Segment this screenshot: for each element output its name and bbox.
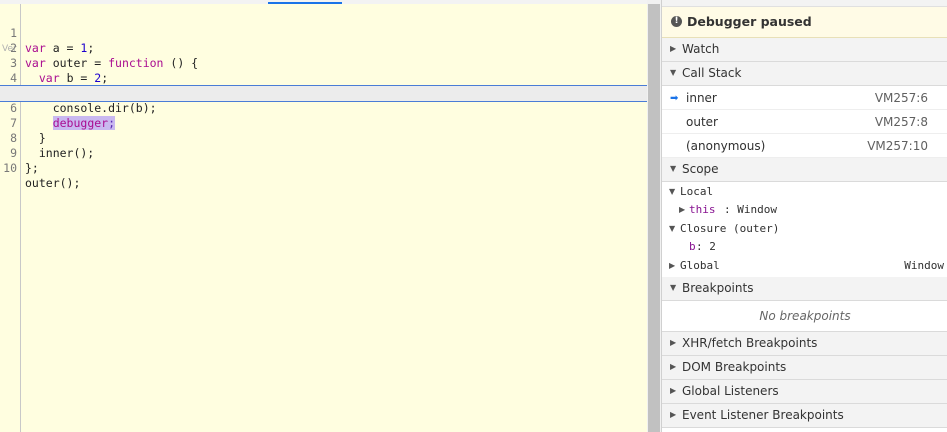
call-frame-row[interactable]: outer VM257:8 [662,110,947,134]
breakpoints-pane-header[interactable]: ▼ Breakpoints [662,277,947,301]
pane-title: Event Listener Breakpoints [682,408,844,422]
call-frame-function: (anonymous) [686,139,766,153]
code-line[interactable]: 9 }; [0,131,647,175]
property-name: b [689,240,696,253]
scope-b-row[interactable]: b : 2 [662,238,947,256]
collapse-triangle-icon: ▼ [669,187,676,196]
code-line[interactable]: 8 inner(); [0,116,647,160]
debugger-sidebar: ! Debugger paused ▶ Watch ▼ Call Stack ➡… [661,0,947,432]
scope-local-row[interactable]: ▼ Local [662,183,947,201]
scope-label: Local [680,185,714,198]
scope-label: Global [680,259,720,272]
call-frame-function: inner [686,91,717,105]
code-line[interactable]: 1 var a = 1; [0,11,647,55]
editor-scrollbar[interactable] [647,0,661,432]
property-value: : 2 [696,240,716,253]
expand-triangle-icon: ▶ [669,261,676,270]
paused-message: Debugger paused [687,14,812,29]
call-frame-location[interactable]: VM257:6 [875,91,928,105]
pane-title: XHR/fetch Breakpoints [682,336,818,350]
expand-triangle-icon: ▶ [670,386,677,395]
expand-triangle-icon: ▶ [670,44,677,53]
pane-title: Watch [682,42,720,56]
scope-global-row[interactable]: ▶ Global Window [662,257,947,275]
collapse-triangle-icon: ▼ [670,68,677,77]
pane-title: Scope [682,162,719,176]
global-listeners-pane-header[interactable]: ▶ Global Listeners [662,380,947,404]
property-value: : Window [724,203,777,216]
call-frame-row[interactable]: ➡ inner VM257:6 [662,86,947,110]
call-stack-pane-header[interactable]: ▼ Call Stack [662,62,947,86]
line-number[interactable]: 10 [0,161,17,176]
code-line[interactable]: 10 outer(); [0,146,647,190]
expand-triangle-icon: ▶ [670,338,677,347]
active-tab-indicator [268,2,342,4]
collapse-triangle-icon: ▼ [669,224,676,233]
current-frame-arrow-icon: ➡ [670,93,679,104]
code-line[interactable]: 3 var b = 2; [0,41,647,85]
expand-triangle-icon: ▶ [679,205,686,214]
collapse-triangle-icon: ▼ [670,164,677,173]
call-frame-row[interactable]: (anonymous) VM257:10 [662,134,947,158]
scrollbar-thumb[interactable] [648,4,660,432]
debugger-paused-banner: ! Debugger paused [662,7,947,38]
scope-label: Closure (outer) [680,222,780,235]
paused-code-line[interactable]: 6 debugger; [0,85,647,130]
event-listener-breakpoints-pane-header[interactable]: ▶ Event Listener Breakpoints [662,404,947,428]
pane-title: Breakpoints [682,281,754,295]
property-value: Window [904,259,944,272]
code-line[interactable]: 4 var inner = function () { [0,56,647,100]
code-line[interactable]: 2 var outer = function () { [0,26,647,70]
watch-pane-header[interactable]: ▶ Watch [662,38,947,62]
no-breakpoints-message: No breakpoints [662,301,947,332]
source-editor[interactable]: Ver 1 var a = 1; 2 var outer = function … [0,0,647,432]
call-frame-function: outer [686,115,718,129]
sidebar-toolbar [662,0,947,7]
call-frame-location[interactable]: VM257:8 [875,115,928,129]
code-line[interactable]: 5 console.dir(b); [0,71,647,115]
xhr-breakpoints-pane-header[interactable]: ▶ XHR/fetch Breakpoints [662,332,947,356]
pane-title: Global Listeners [682,384,779,398]
scope-pane-header[interactable]: ▼ Scope [662,158,947,182]
scope-this-row[interactable]: ▶ this : Window [662,201,947,219]
pane-title: DOM Breakpoints [682,360,787,374]
code-text: outer(); [25,176,81,190]
expand-triangle-icon: ▶ [670,362,677,371]
call-frame-location[interactable]: VM257:10 [867,139,928,153]
scope-closure-row[interactable]: ▼ Closure (outer) [662,220,947,238]
info-icon: ! [671,16,682,27]
pane-title: Call Stack [682,66,742,80]
expand-triangle-icon: ▶ [670,410,677,419]
property-name: this [689,203,716,216]
dom-breakpoints-pane-header[interactable]: ▶ DOM Breakpoints [662,356,947,380]
collapse-triangle-icon: ▼ [670,283,677,292]
code-line[interactable]: 7 } [0,101,647,145]
